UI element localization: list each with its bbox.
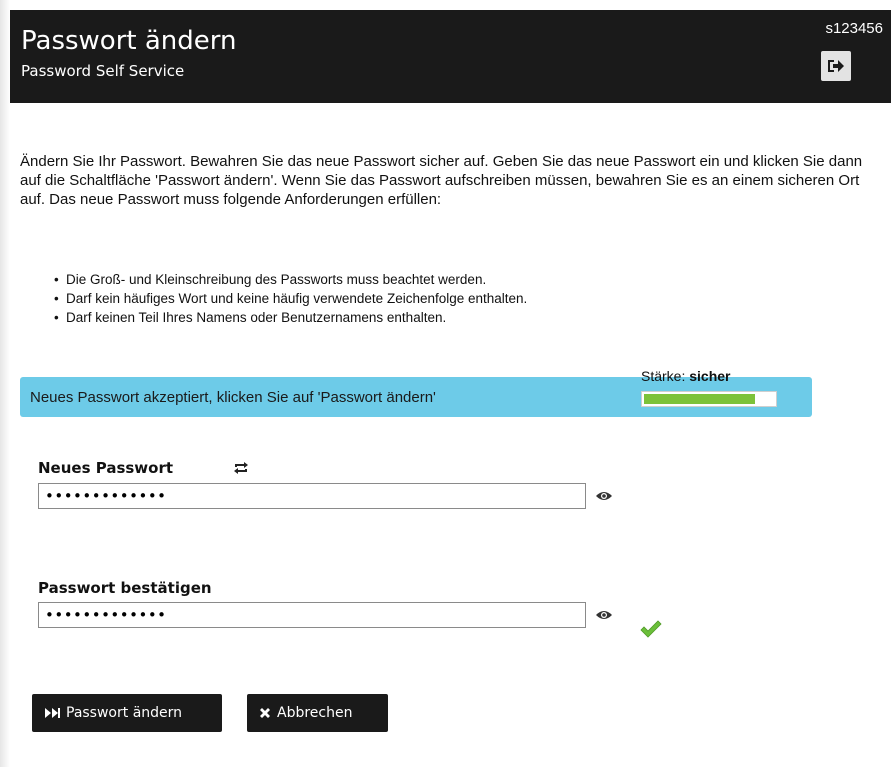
strength-bar (641, 391, 777, 407)
change-password-label: Passwort ändern (66, 705, 183, 721)
cancel-label: Abbrechen (277, 705, 353, 721)
requirements-list: Die Groß- und Kleinschreibung des Passwo… (54, 270, 527, 327)
new-password-label: Neues Passwort (38, 459, 174, 477)
left-edge-shadow (0, 0, 10, 767)
confirm-password-label: Passwort bestätigen (38, 579, 212, 597)
page-title: Passwort ändern (21, 26, 237, 56)
logout-button[interactable] (821, 51, 851, 81)
strength-bar-fill (644, 394, 755, 404)
strength-indicator: Stärke: sicher (641, 368, 731, 384)
new-password-input[interactable]: ••••••••••••• (38, 483, 586, 509)
close-icon (260, 708, 270, 718)
header: Passwort ändern Password Self Service s1… (10, 10, 891, 103)
change-password-button[interactable]: Passwort ändern (32, 694, 222, 732)
list-item: Die Groß- und Kleinschreibung des Passwo… (54, 270, 527, 289)
status-message: Neues Passwort akzeptiert, klicken Sie a… (30, 388, 436, 406)
logout-icon (828, 60, 844, 72)
refresh-icon[interactable] (233, 462, 249, 474)
cancel-button[interactable]: Abbrechen (247, 694, 388, 732)
page: Passwort ändern Password Self Service s1… (0, 0, 891, 767)
new-password-value: ••••••••••••• (45, 487, 167, 505)
user-id: s123456 (825, 20, 883, 37)
fast-forward-icon (45, 708, 60, 718)
checkmark-icon (640, 620, 662, 638)
confirm-password-input[interactable]: ••••••••••••• (38, 602, 586, 628)
eye-icon[interactable] (596, 490, 612, 502)
eye-icon[interactable] (596, 609, 612, 621)
strength-value: sicher (689, 368, 731, 384)
list-item: Darf keinen Teil Ihres Namens oder Benut… (54, 308, 527, 327)
list-item: Darf kein häufiges Wort und keine häufig… (54, 289, 527, 308)
strength-label: Stärke: (641, 368, 686, 384)
confirm-password-value: ••••••••••••• (45, 606, 167, 624)
intro-text: Ändern Sie Ihr Passwort. Bewahren Sie da… (20, 153, 863, 208)
page-subtitle: Password Self Service (21, 62, 185, 80)
